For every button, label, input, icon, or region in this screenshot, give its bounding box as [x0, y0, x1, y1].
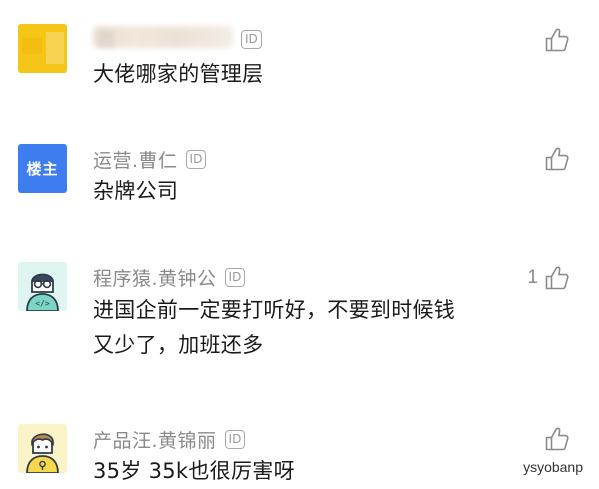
- id-badge: ID: [241, 29, 262, 49]
- comment-author-row: 运营.曹仁 ID: [93, 144, 207, 174]
- like-button[interactable]: 1: [527, 263, 570, 293]
- comment-author-name[interactable]: 首: [93, 25, 233, 53]
- comment-author-name[interactable]: 程序猿.黄钟公: [93, 264, 217, 291]
- id-badge: ID: [224, 267, 246, 287]
- comment-text: 大佬哪家的管理层: [93, 62, 264, 86]
- svg-text:</>: </>: [35, 299, 50, 308]
- avatar[interactable]: 楼主: [18, 144, 67, 193]
- thumbs-up-icon: [544, 426, 570, 452]
- thumbs-up-icon: [544, 265, 570, 291]
- like-button[interactable]: [538, 144, 570, 174]
- comment-author-row: 产品汪.黄锦丽 ID: [93, 424, 246, 454]
- avatar[interactable]: [18, 24, 67, 73]
- comment-text: 进国企前一定要打听好，不要到时候钱 又少了，加班还多: [93, 298, 456, 357]
- avatar[interactable]: [18, 424, 67, 473]
- comment-author-row: 程序猿.黄钟公 ID: [93, 262, 246, 292]
- comment-author-name[interactable]: 运营.曹仁: [93, 146, 178, 173]
- programmer-avatar-icon: </>: [18, 262, 67, 311]
- product-manager-avatar-icon: [18, 424, 67, 473]
- thumbs-up-icon: [544, 27, 570, 53]
- avatar-image-icon: [18, 24, 67, 73]
- like-button[interactable]: [538, 25, 570, 55]
- watermark-text: ysyobanp: [523, 459, 583, 475]
- comment-author-name[interactable]: 产品汪.黄锦丽: [93, 426, 217, 453]
- like-button[interactable]: [538, 424, 570, 454]
- avatar-label: 楼主: [26, 160, 59, 178]
- avatar[interactable]: </>: [18, 262, 67, 311]
- comment-text: 杂牌公司: [93, 179, 179, 203]
- comment-text: 35岁 35k也很厉害呀: [93, 459, 295, 483]
- like-count: 1: [527, 267, 538, 288]
- id-badge: ID: [185, 149, 207, 169]
- comment-author-row: 首 ID: [93, 24, 262, 54]
- id-badge: ID: [224, 429, 246, 449]
- thumbs-up-icon: [544, 146, 570, 172]
